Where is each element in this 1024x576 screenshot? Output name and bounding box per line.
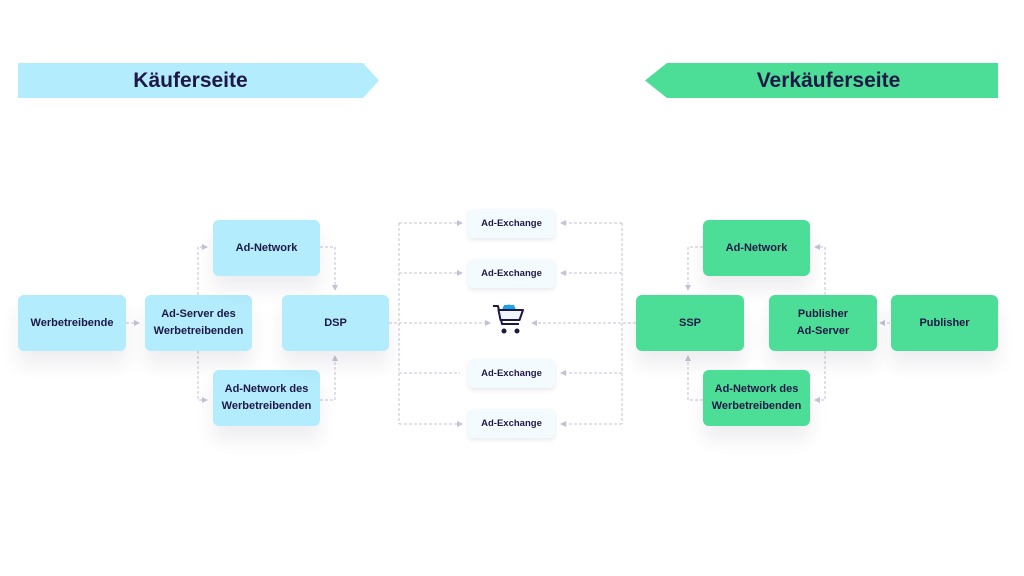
- node-seller-ad-network: Ad-Network: [703, 220, 810, 276]
- node-dsp: DSP: [282, 295, 389, 351]
- node-seller-advertiser-ad-network: Ad-Network des Werbetreibenden: [703, 370, 810, 426]
- node-buyer-ad-network: Ad-Network: [213, 220, 320, 276]
- connector-advertiser-adnetwork-to-dsp: [320, 355, 338, 401]
- connector-adnetwork-to-dsp: [320, 246, 338, 291]
- connector-pubadserver-to-advertiser-adnetwork: [814, 351, 826, 403]
- connector-advertiser-adnetwork-to-ssp: [685, 355, 703, 401]
- connector-adnetwork-to-ssp: [685, 246, 703, 291]
- node-buyer-advertiser-ad-network: Ad-Network des Werbetreibenden: [213, 370, 320, 426]
- node-publisher: Publisher: [891, 295, 998, 351]
- node-publisher-ad-server: Publisher Ad-Server: [769, 295, 877, 351]
- node-advertiser-ad-server: Ad-Server des Werbetreibenden: [145, 295, 252, 351]
- node-ssp: SSP: [636, 295, 744, 351]
- connector-adserver-to-adnetwork: [197, 244, 208, 295]
- node-ad-exchange-4: Ad-Exchange: [468, 409, 555, 438]
- connector-lines: [126, 220, 890, 427]
- node-ad-exchange-3: Ad-Exchange: [468, 359, 555, 388]
- connector-pubadserver-to-adnetwork: [814, 244, 826, 295]
- connector-adserver-to-advertiser-adnetwork: [197, 351, 208, 403]
- node-advertiser: Werbetreibende: [18, 295, 126, 351]
- node-ad-exchange-1: Ad-Exchange: [468, 209, 555, 238]
- node-ad-exchange-2: Ad-Exchange: [468, 259, 555, 288]
- shopping-cart-gear-icon: [493, 304, 524, 334]
